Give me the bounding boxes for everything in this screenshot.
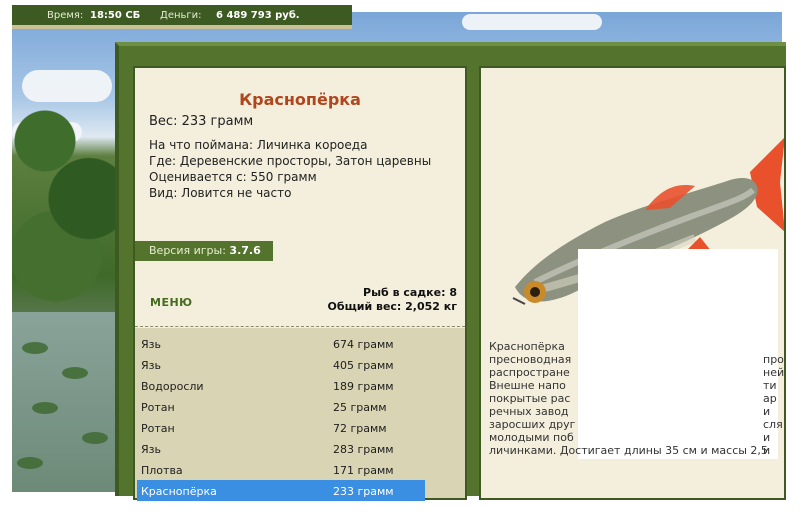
list-item[interactable]: Язь 674 грамм bbox=[137, 333, 425, 354]
item-weight: 72 грамм bbox=[333, 422, 387, 435]
item-name: Ротан bbox=[141, 422, 175, 435]
item-weight: 674 грамм bbox=[333, 338, 394, 351]
item-weight: 189 грамм bbox=[333, 380, 394, 393]
catch-list: Язь 674 грамм Язь 405 грамм Водоросли 18… bbox=[135, 328, 465, 501]
time-label: Время: bbox=[47, 10, 84, 21]
item-name: Ротан bbox=[141, 401, 175, 414]
fish-weight: Вес: 233 грамм bbox=[149, 114, 254, 129]
fish-info-panel: Краснопёрка Вес: 233 грамм На что пойман… bbox=[133, 66, 467, 501]
catch-stats: Рыб в садке: 8 Общий вес: 2,052 кг bbox=[328, 286, 457, 314]
description-line: распростране bbox=[489, 366, 570, 379]
item-weight: 283 грамм bbox=[333, 443, 394, 456]
status-bar: Время: 18:50 СБ Деньги: 6 489 793 руб. bbox=[12, 5, 352, 29]
game-version: Версия игры: 3.7.6 bbox=[135, 241, 273, 261]
description-right-fragments: про ней ти ар и сля и и bbox=[763, 353, 784, 457]
item-weight: 405 грамм bbox=[333, 359, 394, 372]
game-window: Краснопёрка Вес: 233 грамм На что пойман… bbox=[115, 42, 786, 501]
fragment: ти bbox=[763, 379, 777, 392]
fragment: ар bbox=[763, 392, 777, 405]
description-line: покрытые рас bbox=[489, 392, 571, 405]
money-value: 6 489 793 руб. bbox=[216, 10, 300, 21]
item-weight: 25 грамм bbox=[333, 401, 387, 414]
description-line: речных завод bbox=[489, 405, 569, 418]
fragment: и bbox=[763, 444, 771, 457]
fragment: ней bbox=[763, 366, 785, 379]
list-item[interactable]: Ротан 25 грамм bbox=[137, 396, 425, 417]
list-item[interactable]: Плотва 171 грамм bbox=[137, 459, 425, 480]
fish-title: Краснопёрка bbox=[239, 90, 361, 109]
divider bbox=[135, 326, 465, 327]
fish-picture-panel: Краснопёрка пресноводная распростране Вн… bbox=[479, 66, 786, 500]
list-item[interactable]: Водоросли 189 грамм bbox=[137, 375, 425, 396]
version-label: Версия игры: bbox=[149, 244, 226, 257]
item-name: Плотва bbox=[141, 464, 183, 477]
version-value: 3.7.6 bbox=[229, 244, 261, 257]
trees-scene bbox=[12, 72, 122, 302]
description-line: личинками. Достигает длины 35 см и массы… bbox=[489, 444, 768, 457]
fish-bait: На что поймана: Личинка короеда bbox=[149, 138, 368, 152]
fish-location: Где: Деревенские просторы, Затон царевны bbox=[149, 154, 432, 168]
fragment: про bbox=[763, 353, 784, 366]
item-name: Водоросли bbox=[141, 380, 204, 393]
item-name: Язь bbox=[141, 338, 161, 351]
description-line: Краснопёрка bbox=[489, 340, 565, 353]
description-line: Внешне напо bbox=[489, 379, 566, 392]
fragment: и bbox=[763, 431, 771, 444]
fish-type: Вид: Ловится не часто bbox=[149, 186, 292, 200]
money-label: Деньги: bbox=[160, 10, 202, 21]
fish-description: Краснопёрка пресноводная распростране Вн… bbox=[489, 340, 779, 457]
fragment: сля bbox=[763, 418, 783, 431]
fragment: и bbox=[763, 405, 771, 418]
time-value: 18:50 СБ bbox=[90, 10, 141, 21]
list-item[interactable]: Язь 283 грамм bbox=[137, 438, 425, 459]
total-weight: Общий вес: 2,052 кг bbox=[327, 300, 457, 313]
description-line: заросших друг bbox=[489, 418, 576, 431]
description-line: молодыми поб bbox=[489, 431, 574, 444]
menu-button[interactable]: МЕНЮ bbox=[150, 296, 193, 309]
list-item[interactable]: Ротан 72 грамм bbox=[137, 417, 425, 438]
list-item[interactable]: Язь 405 грамм bbox=[137, 354, 425, 375]
list-item-selected[interactable]: Краснопёрка 233 грамм bbox=[137, 480, 425, 501]
pond-scene bbox=[12, 312, 122, 492]
fish-value: Оценивается с: 550 грамм bbox=[149, 170, 317, 184]
fish-count: Рыб в садке: 8 bbox=[363, 286, 457, 299]
item-weight: 171 грамм bbox=[333, 464, 394, 477]
item-name: Язь bbox=[141, 443, 161, 456]
description-line: пресноводная bbox=[489, 353, 572, 366]
item-name: Краснопёрка bbox=[141, 485, 217, 498]
item-name: Язь bbox=[141, 359, 161, 372]
item-weight: 233 грамм bbox=[333, 485, 394, 498]
